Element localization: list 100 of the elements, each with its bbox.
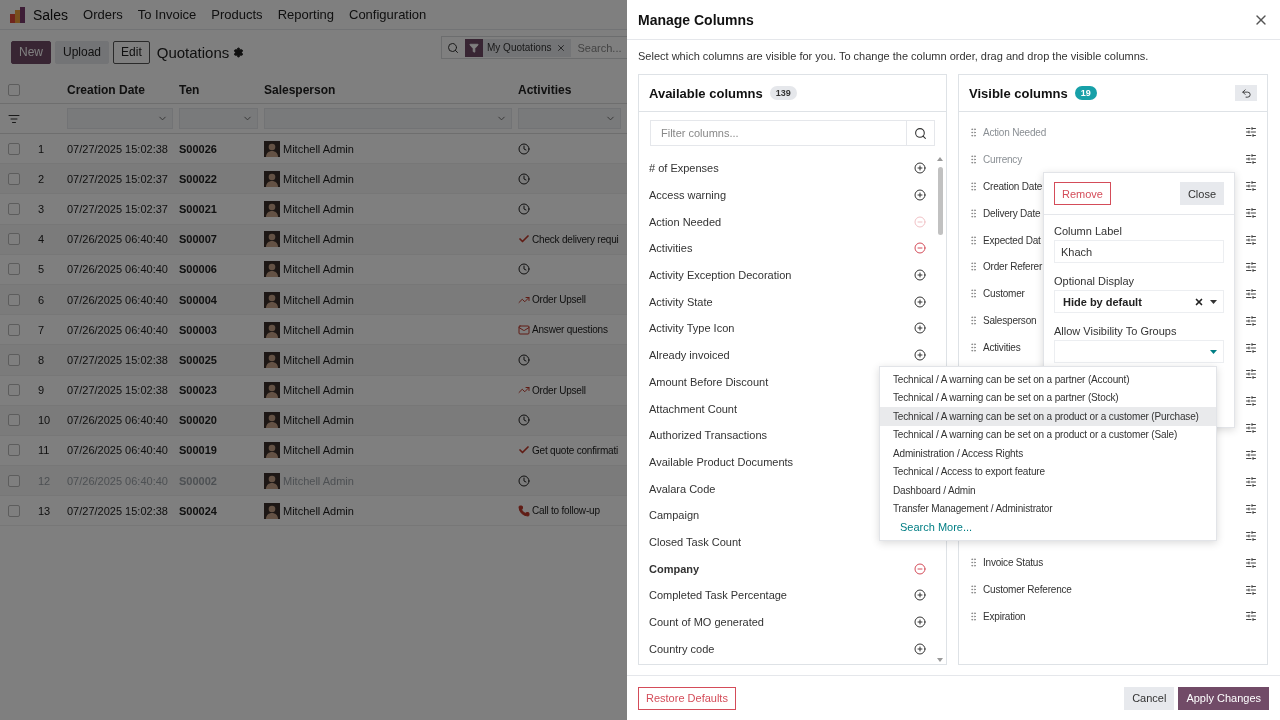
settings-icon[interactable] (1245, 180, 1257, 193)
column-name[interactable]: Country code (649, 642, 715, 655)
dropdown-option[interactable]: Dashboard / Admin (880, 481, 1216, 500)
column-name[interactable]: Avalara Code (649, 482, 716, 495)
add-icon[interactable] (914, 189, 926, 202)
search-facet[interactable]: My Quotations (483, 38, 572, 57)
dropdown-option[interactable]: Transfer Management / Administrator (880, 499, 1216, 518)
row-checkbox[interactable] (8, 414, 20, 427)
add-icon[interactable] (914, 322, 926, 335)
row-checkbox[interactable] (8, 323, 20, 336)
column-header[interactable]: Salesperson (264, 82, 518, 97)
toolbar-button[interactable]: Upload (55, 40, 110, 64)
apply-button[interactable]: Apply Changes (1178, 686, 1269, 710)
column-name[interactable]: Activities (649, 242, 693, 255)
settings-icon[interactable] (1245, 610, 1257, 623)
column-name[interactable]: Activities (983, 342, 1021, 354)
column-header[interactable]: Creation Date (67, 82, 179, 97)
row-checkbox[interactable] (8, 233, 20, 246)
remove-icon[interactable] (914, 242, 926, 255)
dropdown-option[interactable]: Technical / A warning can be set on a partner (Account) (880, 370, 1216, 389)
column-name[interactable]: Available Product Documents (649, 455, 794, 468)
column-name[interactable]: Customer (983, 288, 1025, 300)
row-checkbox[interactable] (8, 172, 20, 185)
settings-icon[interactable] (1245, 207, 1257, 220)
menu-item[interactable]: Products (211, 7, 263, 22)
settings-icon[interactable] (1245, 287, 1257, 300)
toolbar-button[interactable]: New (11, 40, 51, 64)
remove-icon[interactable] (914, 562, 926, 575)
drag-handle-icon[interactable] (968, 342, 979, 354)
dropdown-option[interactable]: Technical / A warning can be set on a product or a customer (Sale) (880, 425, 1216, 444)
settings-icon[interactable] (1245, 368, 1257, 381)
settings-icon[interactable] (1245, 314, 1257, 327)
select-all-checkbox[interactable] (8, 83, 20, 96)
row-checkbox[interactable] (8, 353, 20, 366)
settings-icon[interactable] (1245, 449, 1257, 462)
drag-handle-icon[interactable] (968, 261, 979, 273)
settings-icon[interactable] (1245, 395, 1257, 408)
search-more-link[interactable]: Search More... (880, 518, 1216, 537)
column-name[interactable]: Closed Task Count (649, 535, 742, 548)
gear-icon[interactable] (233, 46, 245, 58)
column-name[interactable]: Invoice Status (983, 557, 1043, 569)
menu-item[interactable]: Reporting (277, 7, 334, 22)
settings-icon[interactable] (1245, 422, 1257, 435)
row-checkbox[interactable] (8, 384, 20, 397)
row-checkbox[interactable] (8, 202, 20, 215)
cancel-button[interactable]: Cancel (1124, 686, 1175, 710)
row-checkbox[interactable] (8, 142, 20, 155)
add-icon[interactable] (914, 295, 926, 308)
column-name[interactable]: Activity Type Icon (649, 322, 735, 335)
add-icon[interactable] (914, 349, 926, 362)
settings-icon[interactable] (1245, 234, 1257, 246)
toolbar-button[interactable]: Edit (113, 40, 150, 64)
select-field[interactable]: Hide by default (1054, 290, 1224, 313)
drag-handle-icon[interactable] (968, 315, 979, 327)
reset-button[interactable] (1235, 85, 1257, 101)
column-name[interactable]: Expiration (983, 610, 1026, 622)
column-name[interactable]: Currency (983, 153, 1022, 165)
column-name[interactable]: Expected Dat (983, 234, 1041, 246)
column-name[interactable]: Completed Task Percentage (649, 589, 787, 602)
drag-handle-icon[interactable] (968, 153, 979, 165)
search-button[interactable] (907, 120, 935, 146)
column-name[interactable]: Company (649, 562, 700, 575)
settings-icon[interactable] (1245, 476, 1257, 488)
column-name[interactable]: Action Needed (649, 215, 722, 228)
column-name[interactable]: Access warning (649, 189, 727, 202)
column-name[interactable]: Delivery Date (983, 207, 1041, 219)
select-field[interactable] (1054, 340, 1224, 363)
settings-icon[interactable] (1245, 556, 1257, 569)
column-name[interactable]: Creation Date (983, 180, 1043, 192)
restore-defaults-button[interactable]: Restore Defaults (638, 686, 736, 710)
filter-icon[interactable] (8, 112, 20, 125)
menu-item[interactable]: Orders (83, 7, 123, 22)
settings-icon[interactable] (1245, 529, 1257, 542)
column-name[interactable]: Campaign (649, 509, 700, 522)
row-checkbox[interactable] (8, 504, 20, 517)
drag-handle-icon[interactable] (968, 610, 979, 622)
drag-handle-icon[interactable] (968, 584, 979, 596)
add-icon[interactable] (914, 269, 926, 282)
dropdown-option[interactable]: Technical / A warning can be set on a product or a customer (Purchase) (880, 407, 1216, 426)
close-button[interactable]: Close (1179, 182, 1224, 205)
dropdown-option[interactable]: Administration / Access Rights (880, 444, 1216, 463)
column-name[interactable]: Authorized Transactions (649, 429, 767, 442)
settings-icon[interactable] (1245, 153, 1257, 166)
column-name[interactable]: Already invoiced (649, 349, 730, 362)
add-icon[interactable] (914, 616, 926, 629)
column-name[interactable]: Attachment Count (649, 402, 738, 415)
column-name[interactable]: Order Referer (983, 261, 1043, 273)
close-icon[interactable] (556, 42, 567, 53)
dropdown-option[interactable]: Technical / Access to export feature (880, 462, 1216, 481)
row-checkbox[interactable] (8, 444, 20, 457)
column-header[interactable]: Activities (518, 82, 627, 97)
filter-field[interactable]: Filter columns... (650, 120, 907, 146)
dropdown-option[interactable]: Technical / A warning can be set on a partner (Stock) (880, 388, 1216, 407)
drag-handle-icon[interactable] (968, 557, 979, 569)
column-name[interactable]: Count of MO generated (649, 616, 764, 629)
menu-item[interactable]: To Invoice (137, 7, 197, 22)
row-checkbox[interactable] (8, 474, 20, 487)
settings-icon[interactable] (1245, 583, 1257, 596)
remove-button[interactable]: Remove (1054, 182, 1111, 205)
settings-icon[interactable] (1245, 341, 1257, 354)
